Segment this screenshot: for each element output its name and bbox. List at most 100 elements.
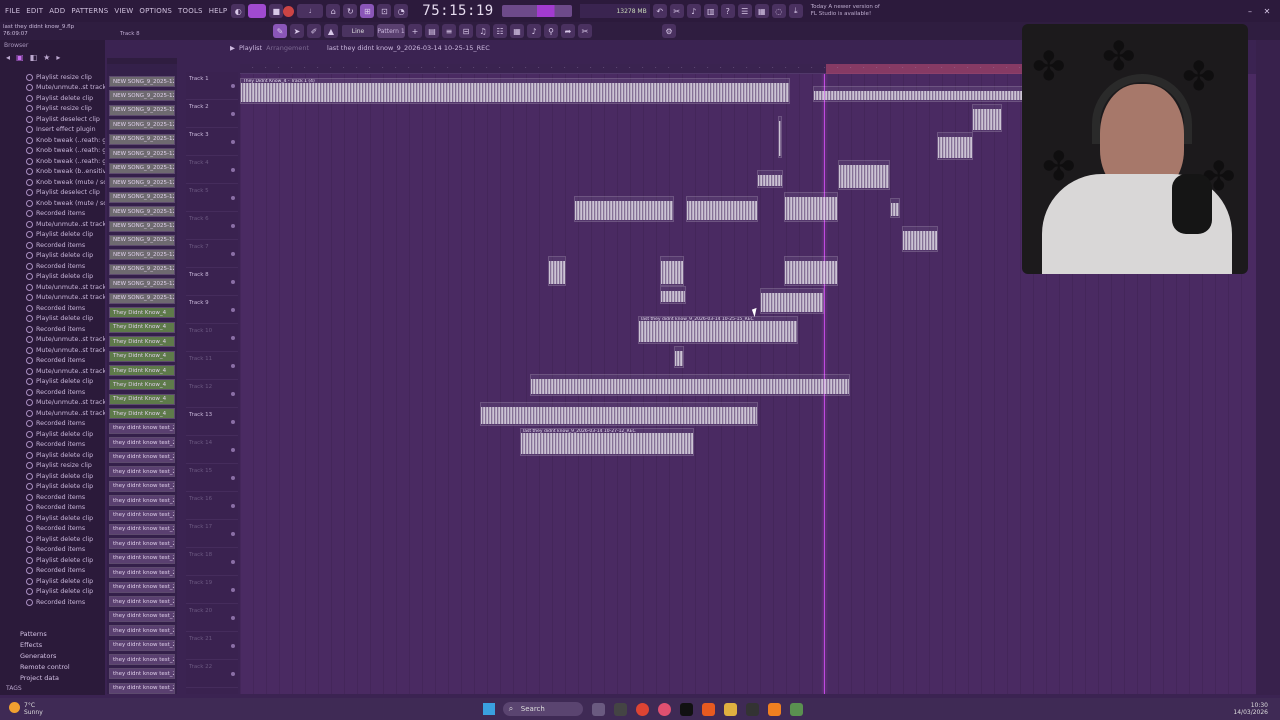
history-item[interactable]: Mute/unmute..st track(s) bbox=[0, 398, 105, 409]
audio-clip[interactable] bbox=[784, 256, 838, 286]
track-header[interactable]: Track 1 bbox=[186, 72, 238, 100]
stamp-tool-icon[interactable]: ▲ bbox=[324, 24, 338, 38]
playlist-section[interactable]: Arrangement bbox=[266, 44, 309, 52]
history-item[interactable]: Recorded items bbox=[0, 545, 105, 556]
track-mute-dot[interactable] bbox=[231, 476, 235, 480]
track-header[interactable]: Track 22 bbox=[186, 660, 238, 688]
history-item[interactable]: Knob tweak (mute / solo) bbox=[0, 198, 105, 209]
history-item[interactable]: Recorded items bbox=[0, 419, 105, 430]
metronome-icon[interactable]: ⌂ bbox=[326, 4, 341, 18]
minimize-icon[interactable]: – bbox=[1243, 4, 1257, 18]
track-header[interactable]: Track 6 bbox=[186, 212, 238, 240]
audio-clip[interactable] bbox=[778, 116, 782, 158]
history-item[interactable]: Playlist delete clip bbox=[0, 272, 105, 283]
close-icon[interactable]: ✕ bbox=[1260, 4, 1274, 18]
track-mute-dot[interactable] bbox=[231, 392, 235, 396]
scissors-icon[interactable]: ✂ bbox=[578, 24, 592, 38]
track-header[interactable]: Track 2 bbox=[186, 100, 238, 128]
track-header[interactable]: Track 9 bbox=[186, 296, 238, 324]
channel-item[interactable]: NEW SONG_9_2025-12-2 bbox=[109, 148, 175, 160]
pattern-song-toggle[interactable] bbox=[248, 4, 267, 18]
start-button[interactable] bbox=[482, 703, 495, 715]
taskbar-search[interactable]: ⌕ Search bbox=[502, 702, 583, 716]
history-item[interactable]: Recorded items bbox=[0, 524, 105, 535]
browser-folder[interactable]: Project data bbox=[0, 672, 105, 683]
track-mute-dot[interactable] bbox=[231, 504, 235, 508]
channel-item[interactable]: they didnt know test_20 bbox=[109, 668, 175, 680]
channel-item[interactable]: NEW SONG_9_2025-12-2 bbox=[109, 162, 175, 174]
history-item[interactable]: Playlist delete clip bbox=[0, 576, 105, 587]
track-header[interactable]: Track 4 bbox=[186, 156, 238, 184]
browser-forward-icon[interactable]: ▸ bbox=[56, 53, 60, 62]
track-header[interactable]: Track 17 bbox=[186, 520, 238, 548]
step-edit-icon[interactable]: ⊞ bbox=[360, 4, 375, 18]
browser-icon[interactable]: ☷ bbox=[493, 24, 507, 38]
history-item[interactable]: Playlist delete clip bbox=[0, 251, 105, 262]
track-mute-dot[interactable] bbox=[231, 364, 235, 368]
history-item[interactable]: Playlist delete clip bbox=[0, 93, 105, 104]
history-item[interactable]: Playlist delete clip bbox=[0, 587, 105, 598]
history-item[interactable]: Mute/unmute..st track(s) bbox=[0, 335, 105, 346]
audio-clip[interactable] bbox=[813, 86, 1023, 102]
track-mute-dot[interactable] bbox=[231, 588, 235, 592]
history-item[interactable]: Mute/unmute..st track(s) bbox=[0, 408, 105, 419]
song-position[interactable]: 75:15:19 bbox=[422, 3, 493, 19]
history-item[interactable]: Recorded items bbox=[0, 240, 105, 251]
track-mute-dot[interactable] bbox=[231, 532, 235, 536]
channel-window-icon[interactable]: ⊟ bbox=[459, 24, 473, 38]
menu-add[interactable]: ADD bbox=[48, 7, 66, 15]
folder-icon[interactable] bbox=[723, 702, 737, 716]
help-icon[interactable]: ? bbox=[720, 4, 735, 18]
draw-tool-icon[interactable]: ✎ bbox=[273, 24, 287, 38]
audio-clip[interactable] bbox=[660, 286, 686, 304]
track-header[interactable]: Track 19 bbox=[186, 576, 238, 604]
channel-item[interactable]: they didnt know test_20 bbox=[109, 538, 175, 550]
browser-plugin-icon[interactable]: ◧ bbox=[30, 53, 38, 62]
weather-widget[interactable]: 7°C Sunny bbox=[24, 702, 43, 716]
pencil-tool-icon[interactable]: ✐ bbox=[307, 24, 321, 38]
menu-view[interactable]: VIEW bbox=[113, 7, 134, 15]
channel-item[interactable]: NEW SONG_9_2025-12-2 bbox=[109, 234, 175, 246]
settings-icon[interactable]: ⚙ bbox=[662, 24, 676, 38]
history-item[interactable]: Recorded items bbox=[0, 209, 105, 220]
audio-clip[interactable] bbox=[530, 374, 850, 396]
audio-clip[interactable] bbox=[937, 132, 973, 160]
track-mute-dot[interactable] bbox=[231, 280, 235, 284]
channel-item[interactable]: they didnt know test_20 bbox=[109, 639, 175, 651]
audio-clip[interactable] bbox=[784, 192, 838, 222]
history-item[interactable]: Playlist delete clip bbox=[0, 377, 105, 388]
channel-item[interactable]: They Didnt Know_4 bbox=[109, 365, 175, 376]
audio-clip[interactable] bbox=[757, 170, 783, 188]
channel-item[interactable]: they didnt know test_20 bbox=[109, 509, 175, 521]
record-button[interactable] bbox=[283, 5, 295, 17]
history-item[interactable]: Recorded items bbox=[0, 440, 105, 451]
history-item[interactable]: Recorded items bbox=[0, 303, 105, 314]
audio-clip[interactable] bbox=[902, 226, 938, 252]
history-item[interactable]: Playlist delete clip bbox=[0, 513, 105, 524]
track-header[interactable]: Track 16 bbox=[186, 492, 238, 520]
history-item[interactable]: Playlist delete clip bbox=[0, 534, 105, 545]
mic-icon[interactable]: ♪ bbox=[686, 4, 701, 18]
menu-patterns[interactable]: PATTERNS bbox=[70, 7, 109, 15]
channel-item[interactable]: NEW SONG_9_2025-12-2 bbox=[109, 278, 175, 290]
channel-rack-icon[interactable]: ☰ bbox=[737, 4, 752, 18]
browser-folder[interactable]: Patterns bbox=[0, 628, 105, 639]
track-header[interactable]: Track 7 bbox=[186, 240, 238, 268]
loop-record-icon[interactable]: ↻ bbox=[343, 4, 358, 18]
history-item[interactable]: Mute/unmute..st track(s) bbox=[0, 293, 105, 304]
mic-window-icon[interactable]: ♪ bbox=[527, 24, 541, 38]
browser-star-icon[interactable]: ★ bbox=[43, 53, 50, 62]
channel-item[interactable]: they didnt know test_20 bbox=[109, 610, 175, 622]
channel-item[interactable]: they didnt know test_20 bbox=[109, 625, 175, 637]
audio-clip[interactable] bbox=[660, 256, 684, 286]
channel-item[interactable]: they didnt know test_20 bbox=[109, 523, 175, 535]
channel-item[interactable]: NEW SONG_9_2025-12-2 bbox=[109, 191, 175, 203]
piano-roll-icon[interactable]: ▦ bbox=[754, 4, 769, 18]
track-mute-dot[interactable] bbox=[231, 168, 235, 172]
channel-item[interactable]: NEW SONG_9_2025-12-2 bbox=[109, 90, 175, 102]
channel-item[interactable]: They Didnt Know_4 bbox=[109, 307, 175, 319]
audio-clip[interactable] bbox=[674, 346, 684, 368]
audio-clip[interactable] bbox=[480, 402, 758, 426]
track-header[interactable]: Track 12 bbox=[186, 380, 238, 408]
channel-item[interactable]: They Didnt Know_4 bbox=[109, 408, 175, 420]
